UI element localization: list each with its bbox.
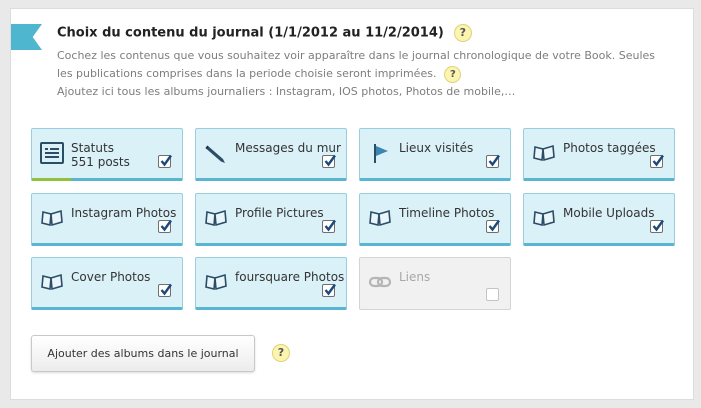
checkbox[interactable] [322,283,336,297]
tile-label: Timeline Photos [399,206,495,220]
help-icon[interactable]: ? [444,65,462,83]
tile-profile-pictures[interactable]: Profile Pictures [195,193,347,246]
checkmark-icon [324,154,336,167]
checkmark-icon [652,154,664,167]
checkbox[interactable] [158,283,172,297]
progress-bar [32,178,71,181]
panel-title-text: Choix du contenu du journal (1/1/2012 au… [57,25,444,41]
tile-statuts[interactable]: Statuts 551 posts [31,128,183,181]
tile-instagram-photos[interactable]: Instagram Photos [31,193,183,246]
flag-icon [374,144,388,163]
tile-foursquare-photos[interactable]: foursquare Photos [195,257,347,310]
tile-label: Profile Pictures [235,206,324,220]
tile-label: Photos taggées [563,141,656,155]
photo-icon [41,209,63,227]
checkbox [486,288,499,301]
checkbox[interactable] [486,219,500,233]
tile-label: Cover Photos [71,270,151,284]
tile-messages-du-mur[interactable]: Messages du mur [195,128,347,181]
help-icon[interactable]: ? [453,24,472,42]
photo-icon [41,273,63,291]
description-line-2: les publications comprises dans la perio… [57,67,437,80]
add-albums-button[interactable]: Ajouter des albums dans le journal [31,335,255,372]
ribbon-marker [11,24,42,50]
checkmark-icon [324,283,336,296]
checkbox[interactable] [650,154,664,168]
checkbox[interactable] [322,219,336,233]
tile-label: Messages du mur [235,141,341,155]
description-line-2-row: les publications comprises dans la perio… [57,65,687,83]
pencil-icon [205,145,225,163]
photo-icon [533,209,555,227]
checkbox[interactable] [158,154,172,168]
checkmark-icon [160,154,172,167]
panel-title: Choix du contenu du journal (1/1/2012 au… [57,24,472,42]
tile-lieux-visites[interactable]: Lieux visités [359,128,511,181]
checkbox[interactable] [650,219,664,233]
checkbox[interactable] [158,219,172,233]
tile-label: Mobile Uploads [563,206,655,220]
panel-description: Cochez les contenus que vous souhaitez v… [57,47,687,101]
photo-icon [205,273,227,291]
checkmark-icon [160,283,172,296]
tile-label: Liens [399,270,431,284]
checkmark-icon [652,219,664,232]
tile-label: Instagram Photos [71,206,177,220]
checkmark-icon [160,219,172,232]
tile-label: foursquare Photos [235,270,345,284]
description-line-1: Cochez les contenus que vous souhaitez v… [57,49,656,62]
tile-statuts-label: Statuts [71,141,114,155]
tile-cover-photos[interactable]: Cover Photos [31,257,183,310]
photo-icon [205,209,227,227]
link-icon [368,276,392,288]
tile-liens: Liens [359,257,511,310]
status-icon [40,142,64,164]
journal-content-panel: Choix du contenu du journal (1/1/2012 au… [10,8,694,400]
photo-icon [533,144,555,162]
checkbox[interactable] [486,154,500,168]
checkmark-icon [488,154,500,167]
help-icon[interactable]: ? [272,344,290,362]
tile-mobile-uploads[interactable]: Mobile Uploads [523,193,675,246]
checkbox[interactable] [322,154,336,168]
checkmark-icon [324,219,336,232]
tile-label: Lieux visités [399,141,474,155]
photo-icon [369,209,391,227]
checkmark-icon [488,219,500,232]
tile-photos-taggees[interactable]: Photos taggées [523,128,675,181]
tile-timeline-photos[interactable]: Timeline Photos [359,193,511,246]
description-line-3: Ajoutez ici tous les albums journaliers … [57,85,516,98]
